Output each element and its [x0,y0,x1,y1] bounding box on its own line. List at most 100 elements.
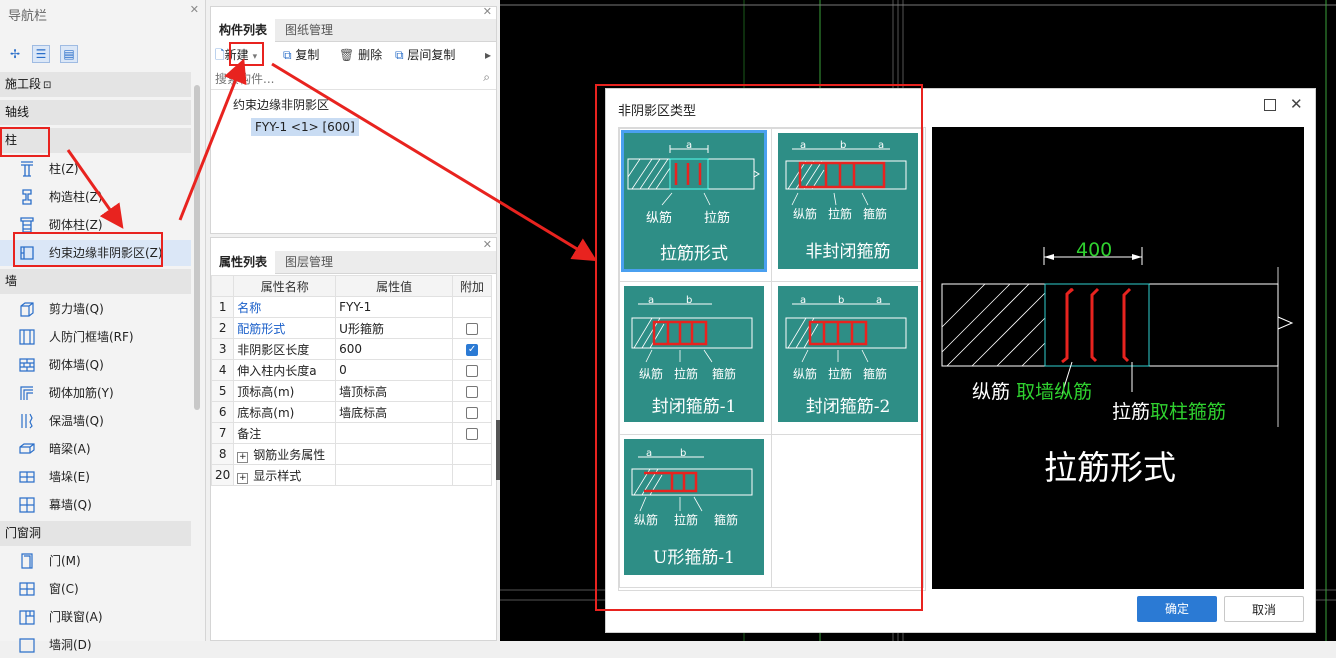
preview-title: 拉筋形式 [1044,448,1176,487]
annotation-box-non-shadow-item [13,232,163,267]
nav-item-wall-pier[interactable]: 墙垛(E) [0,464,191,490]
property-table: 属性名称 属性值 附加 1 名称 FYY-1 2 配筋形式 U形箍筋 3 非阴影… [210,275,492,486]
preview-diagram [941,247,1294,427]
preview-label-longitudinal: 纵筋 取墙纵筋 [972,381,1093,403]
header-value: 属性值 [335,275,454,297]
tab-property-list[interactable]: 属性列表 [211,251,276,275]
maximize-icon[interactable] [1264,99,1276,111]
floor-copy-icon: ⧉ [395,48,404,62]
checkbox[interactable] [466,406,479,419]
checkbox[interactable] [466,385,479,398]
copy-button[interactable]: ⧉ 复制 [283,45,319,65]
tab-layer-management[interactable]: 图层管理 [277,251,341,273]
annotation-box-column-group [0,127,50,157]
tree-parent[interactable]: 约束边缘非阴影区 [233,96,329,113]
insulation-wall-icon [21,413,33,429]
table-row[interactable]: 8 + 钢筋业务属性 [210,443,492,465]
window-icon [19,582,35,596]
delete-button[interactable]: 🗑 删除 [339,45,382,65]
hidden-beam-icon [19,443,35,454]
column-icon [21,161,33,177]
nav-item-insulation-wall[interactable]: 保温墙(Q) [0,408,191,434]
property-tabs: 属性列表 图层管理 [211,251,496,275]
checkbox[interactable] [466,322,479,335]
nav-group-wall[interactable]: 墙 [0,269,191,294]
nav-title: 导航栏 [8,9,48,24]
close-icon[interactable]: ✕ [1290,95,1303,113]
nav-item-masonry-reinforcement[interactable]: 砌体加筋(Y) [0,380,191,406]
nav-item-civil-defense-wall[interactable]: 人防门框墙(RF) [0,324,191,350]
wall-pier-icon [19,471,35,483]
header-extra: 附加 [452,275,492,297]
preview-pane: 400 纵筋 取墙纵筋 拉筋取柱箍筋 拉筋形式 [932,127,1304,589]
property-header-row: 属性名称 属性值 附加 [210,275,492,297]
nav-item-column[interactable]: 柱(Z) [0,156,191,182]
nav-item-wall-hole[interactable]: 墙洞(D) [0,632,191,658]
wall-hole-icon [19,638,35,653]
preview-dimension: 400 [1076,239,1113,261]
search-input[interactable] [213,70,472,88]
component-tabs: 构件列表 图纸管理 [211,19,496,43]
detail-view-icon[interactable]: ▤ [60,45,78,63]
nav-group-construction-section[interactable]: 施工段 ⊡ [0,72,191,97]
property-panel: ✕ 属性列表 图层管理 属性名称 属性值 附加 1 名称 FYY-1 2 配筋形… [210,237,497,641]
nav-item-door-window[interactable]: 门联窗(A) [0,604,191,630]
list-view-icon[interactable]: ☰ [32,45,50,63]
search-box[interactable]: ⌕ [211,69,496,90]
table-row[interactable]: 2 配筋形式 U形箍筋 [210,317,492,339]
close-icon[interactable]: ✕ [190,3,199,16]
nav-item-masonry-wall[interactable]: 砌体墙(Q) [0,352,191,378]
masonry-wall-icon [19,358,35,372]
checkbox[interactable] [466,427,479,440]
shear-wall-icon [20,302,34,317]
tab-component-list[interactable]: 构件列表 [211,19,276,43]
door-window-icon [19,610,35,625]
new-icon: 🗋 [215,48,225,62]
tree-child-selected[interactable]: FYY-1 <1> [600] [251,118,359,136]
search-icon[interactable]: ⌕ [483,70,490,85]
navigation-panel: 导航栏 ✕ ✢ ☰ ▤ 施工段 ⊡ 轴线 柱 柱(Z) 构造柱(Z) 砌体柱(Z)… [0,0,206,653]
tab-drawing-management[interactable]: 图纸管理 [277,19,341,41]
lock-icon: ⊡ [43,80,52,91]
table-row[interactable]: 5 顶标高(m) 墙顶标高 [210,380,492,402]
door-frame-wall-icon [19,329,35,345]
table-row[interactable]: 20 + 显示样式 [210,464,492,486]
masonry-reinforcement-icon [20,386,33,400]
trash-icon: 🗑 [339,48,355,62]
nav-item-door[interactable]: 门(M) [0,548,191,574]
checkbox[interactable] [466,364,479,377]
nav-item-constructional-column[interactable]: 构造柱(Z) [0,184,191,210]
annotation-box-new [229,42,264,66]
nav-scrollbar[interactable] [194,85,200,410]
table-row[interactable]: 4 伸入柱内长度a 0 [210,359,492,381]
table-row[interactable]: 1 名称 FYY-1 [210,296,492,318]
nav-item-window[interactable]: 窗(C) [0,576,191,602]
annotation-box-type-grid [595,84,923,611]
nav-item-curtain-wall[interactable]: 幕墙(Q) [0,492,191,518]
table-row[interactable]: 7 备注 [210,422,492,444]
nav-item-hidden-beam[interactable]: 暗梁(A) [0,436,191,462]
table-row[interactable]: 3 非阴影区长度 600 ✓ [210,338,492,360]
table-row[interactable]: 6 底标高(m) 墙底标高 [210,401,492,423]
close-icon[interactable]: ✕ [483,238,492,251]
constructional-column-icon [22,189,32,205]
floor-copy-button[interactable]: ⧉ 层间复制 [395,45,455,65]
more-chevron-icon[interactable]: ▸ [485,45,491,65]
component-list-panel: ✕ 构件列表 图纸管理 🗋新建▾ ⧉ 复制 🗑 删除 ⧉ 层间复制 ▸ ⌕ 约束… [210,5,497,234]
ok-button[interactable]: 确定 [1137,596,1217,622]
checkbox-checked[interactable]: ✓ [466,343,479,356]
close-icon[interactable]: ✕ [483,5,492,18]
header-name: 属性名称 [233,275,337,297]
nav-group-axis[interactable]: 轴线 [0,100,191,125]
header-index [210,275,235,297]
cancel-button[interactable]: 取消 [1224,596,1304,622]
expand-icon[interactable]: + [237,472,249,484]
copy-icon: ⧉ [283,48,292,62]
curtain-wall-icon [19,497,35,513]
nav-group-openings[interactable]: 门窗洞 [0,521,191,546]
pin-icon[interactable]: ✢ [6,45,24,63]
preview-label-tie: 拉筋取柱箍筋 [1112,401,1227,423]
door-icon [21,553,33,569]
nav-item-shear-wall[interactable]: 剪力墙(Q) [0,296,191,322]
expand-icon[interactable]: + [237,451,249,463]
